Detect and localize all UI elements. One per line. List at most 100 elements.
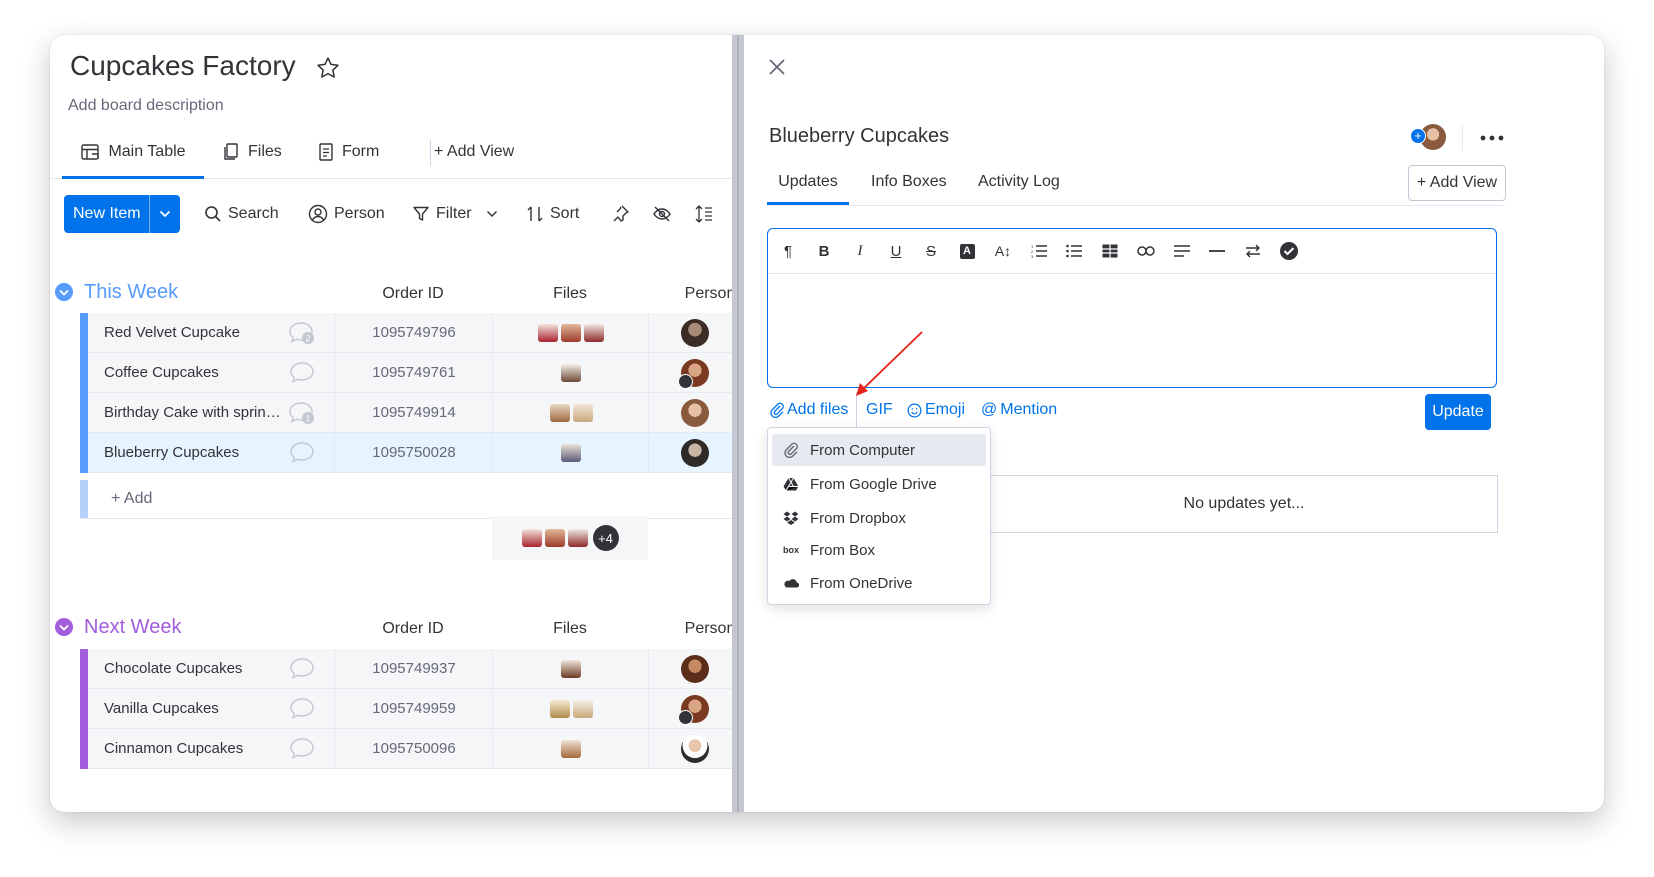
column-header-order-id[interactable]: Order ID <box>334 285 492 303</box>
files-cell[interactable] <box>492 313 649 352</box>
files-cell[interactable] <box>492 433 649 472</box>
item-name[interactable]: Coffee Cupcakes <box>104 353 286 392</box>
divider-line-icon[interactable] <box>1201 235 1233 267</box>
add-view-button[interactable]: + Add View <box>434 128 514 176</box>
mention-button[interactable]: @ Mention <box>981 401 1057 419</box>
search-button[interactable]: Search <box>204 195 279 233</box>
sort-button[interactable]: Sort <box>526 195 579 233</box>
underline-icon[interactable]: U <box>880 235 912 267</box>
updates-bubble-icon[interactable]: 2 <box>288 320 316 346</box>
table-row-selected[interactable]: Blueberry Cupcakes 1095750028 <box>80 433 741 473</box>
item-title[interactable]: Blueberry Cupcakes <box>769 125 949 148</box>
file-thumbnail[interactable] <box>561 659 581 678</box>
table-insert-icon[interactable] <box>1094 235 1126 267</box>
avatar[interactable] <box>681 318 709 347</box>
align-icon[interactable] <box>1166 235 1198 267</box>
file-thumbnail[interactable] <box>561 739 581 758</box>
files-summary[interactable]: +4 <box>492 516 648 560</box>
updates-bubble-icon[interactable] <box>288 360 316 386</box>
files-cell[interactable] <box>492 353 649 392</box>
updates-bubble-icon[interactable] <box>288 696 316 722</box>
row-height-icon[interactable] <box>694 195 714 233</box>
order-id-cell[interactable]: 1095749796 <box>334 313 493 352</box>
tab-info-boxes[interactable]: Info Boxes <box>871 173 947 203</box>
person-cell[interactable] <box>648 689 741 728</box>
item-name[interactable]: Red Velvet Cupcake <box>104 313 286 352</box>
person-filter-button[interactable]: Person <box>308 195 385 233</box>
subscribers[interactable]: + <box>1408 124 1448 152</box>
group-header-this-week[interactable]: This Week <box>54 277 178 307</box>
table-row[interactable]: Chocolate Cupcakes 1095749937 <box>80 649 740 689</box>
star-icon[interactable] <box>313 53 343 83</box>
avatar[interactable] <box>681 654 709 683</box>
person-cell[interactable] <box>648 353 741 392</box>
group-header-next-week[interactable]: Next Week <box>54 612 181 642</box>
person-cell[interactable] <box>648 313 741 352</box>
more-files-badge[interactable]: +4 <box>592 525 619 551</box>
pin-icon[interactable] <box>610 195 630 233</box>
avatar[interactable] <box>678 694 709 725</box>
order-id-cell[interactable]: 1095750096 <box>334 729 493 768</box>
updates-bubble-icon[interactable]: 1 <box>288 400 316 426</box>
order-id-cell[interactable]: 1095749937 <box>334 649 493 688</box>
chevron-down-icon[interactable] <box>150 210 180 218</box>
file-thumbnail[interactable] <box>561 323 581 342</box>
avatar[interactable] <box>681 734 709 763</box>
item-name[interactable]: Birthday Cake with sprinkl... <box>104 393 286 432</box>
item-name[interactable]: Vanilla Cupcakes <box>104 689 286 728</box>
person-cell[interactable] <box>648 729 741 768</box>
file-thumbnail[interactable] <box>561 363 581 382</box>
italic-icon[interactable]: I <box>844 235 876 267</box>
column-header-order-id[interactable]: Order ID <box>334 620 492 638</box>
file-thumbnail[interactable] <box>584 323 604 342</box>
file-thumbnail[interactable] <box>572 403 593 422</box>
text-direction-icon[interactable] <box>1237 235 1269 267</box>
order-id-cell[interactable]: 1095749959 <box>334 689 493 728</box>
files-cell[interactable] <box>492 689 649 728</box>
person-cell[interactable] <box>648 433 741 472</box>
tab-form[interactable]: Form <box>318 128 379 176</box>
table-row[interactable]: Vanilla Cupcakes 1095749959 <box>80 689 740 729</box>
menu-item-from-dropbox[interactable]: From Dropbox <box>772 502 986 534</box>
add-item-label[interactable]: + Add <box>111 480 152 518</box>
group-title[interactable]: Next Week <box>84 616 181 639</box>
updates-bubble-icon[interactable] <box>288 736 316 762</box>
link-icon[interactable] <box>1130 235 1162 267</box>
file-thumbnail[interactable] <box>538 323 558 342</box>
add-view-button[interactable]: + Add View <box>1408 165 1506 201</box>
add-files-button[interactable]: Add files <box>770 401 848 419</box>
font-size-icon[interactable]: A↕ <box>987 235 1019 267</box>
filter-button[interactable]: Filter <box>412 195 498 233</box>
menu-item-from-box[interactable]: box From Box <box>772 534 986 566</box>
updates-bubble-icon[interactable] <box>288 440 316 466</box>
person-cell[interactable] <box>648 649 741 688</box>
tab-updates[interactable]: Updates <box>767 173 849 205</box>
hide-icon[interactable] <box>652 195 672 233</box>
item-name[interactable]: Blueberry Cupcakes <box>104 433 286 472</box>
file-thumbnail[interactable] <box>549 403 570 422</box>
collapse-group-icon[interactable] <box>54 617 74 637</box>
menu-item-from-onedrive[interactable]: From OneDrive <box>772 567 986 599</box>
column-header-files[interactable]: Files <box>492 620 648 638</box>
file-thumbnail[interactable] <box>549 699 570 718</box>
text-color-icon[interactable]: A <box>951 235 983 267</box>
order-id-cell[interactable]: 1095749761 <box>334 353 493 392</box>
emoji-button[interactable]: Emoji <box>907 401 965 419</box>
menu-item-from-google-drive[interactable]: From Google Drive <box>772 468 986 500</box>
person-cell[interactable] <box>648 393 741 432</box>
table-row[interactable]: Cinnamon Cupcakes 1095750096 <box>80 729 740 769</box>
item-name[interactable]: Cinnamon Cupcakes <box>104 729 286 768</box>
avatar[interactable] <box>678 358 709 389</box>
order-id-cell[interactable]: 1095750028 <box>334 433 493 472</box>
updates-bubble-icon[interactable] <box>288 656 316 682</box>
table-row[interactable]: Birthday Cake with sprinkl... 1 10957499… <box>80 393 740 433</box>
menu-item-from-computer[interactable]: From Computer <box>772 434 986 466</box>
close-icon[interactable] <box>766 55 788 79</box>
file-thumbnail[interactable] <box>561 443 581 462</box>
files-cell[interactable] <box>492 649 649 688</box>
board-title[interactable]: Cupcakes Factory <box>70 50 296 82</box>
update-button[interactable]: Update <box>1425 394 1491 430</box>
avatar[interactable] <box>681 398 709 427</box>
group-title[interactable]: This Week <box>84 281 178 304</box>
checklist-icon[interactable] <box>1273 235 1305 267</box>
